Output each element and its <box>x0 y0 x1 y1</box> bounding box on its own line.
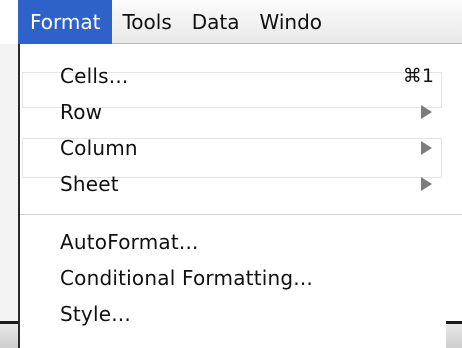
menu-item-row[interactable]: Row <box>20 96 462 128</box>
menu-item-shortcut: ⌘1 <box>402 65 434 87</box>
menu-item-label: Conditional Formatting... <box>60 266 313 290</box>
menu-item-sheet[interactable]: Sheet <box>20 168 462 200</box>
window-bottom-chrome <box>0 321 18 348</box>
menu-item-cells[interactable]: Cells... ⌘1 <box>20 60 462 92</box>
window-bottom-chrome <box>446 321 462 348</box>
menu-item-column[interactable]: Column <box>20 132 462 164</box>
menu-tools[interactable]: Tools <box>112 0 181 44</box>
menu-item-label: AutoFormat... <box>60 230 199 254</box>
window-left-edge <box>0 44 18 321</box>
submenu-arrow-icon <box>421 141 432 155</box>
menu-item-label: Cells... <box>60 64 129 88</box>
submenu-arrow-icon <box>421 105 432 119</box>
menu-item-label: Style... <box>60 302 131 326</box>
app-window: Format Tools Data Windo Cells... ⌘1 Row … <box>0 0 462 348</box>
menu-item-label: Column <box>60 136 138 160</box>
format-menu-dropdown: Cells... ⌘1 Row Column Sheet AutoFormat.… <box>18 44 462 348</box>
menu-window[interactable]: Windo <box>250 0 333 44</box>
menu-item-label: Row <box>60 100 103 124</box>
menu-item-style[interactable]: Style... <box>20 298 462 330</box>
submenu-arrow-icon <box>421 177 432 191</box>
menu-bar: Format Tools Data Windo <box>18 0 462 44</box>
menu-separator <box>20 214 462 215</box>
menu-data[interactable]: Data <box>182 0 250 44</box>
menu-item-conditional-formatting[interactable]: Conditional Formatting... <box>20 262 462 294</box>
menu-format[interactable]: Format <box>18 0 113 44</box>
menu-item-label: Sheet <box>60 172 119 196</box>
menu-item-autoformat[interactable]: AutoFormat... <box>20 226 462 258</box>
